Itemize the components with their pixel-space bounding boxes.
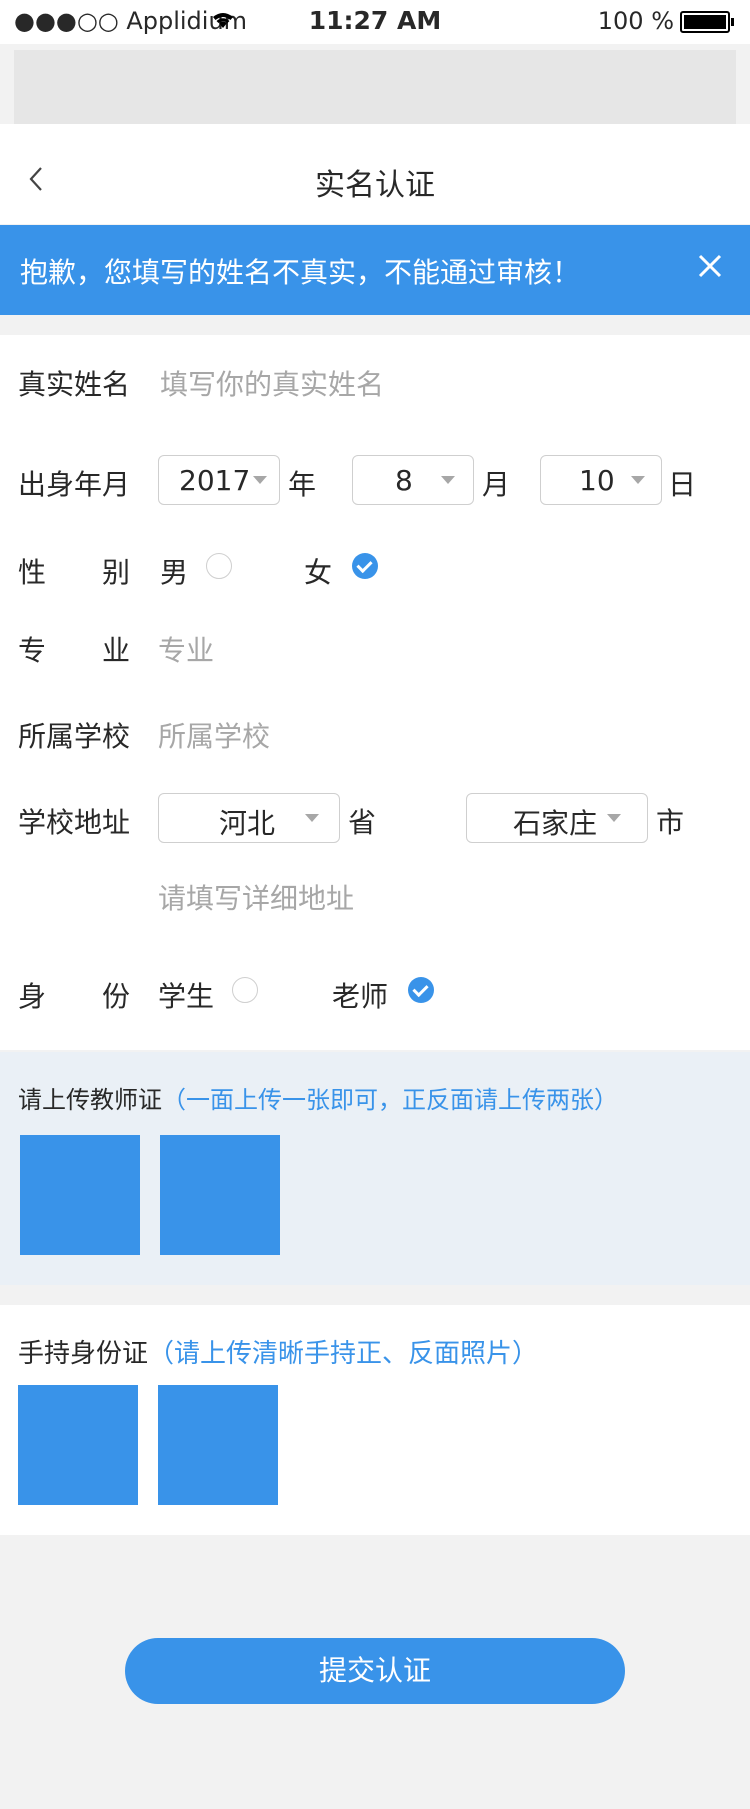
province-select[interactable]: 河北 [158,793,340,843]
province-unit: 省 [348,806,377,839]
birth-label: 出身年月 [18,468,131,501]
name-input[interactable]: 填写你的真实姓名 [160,363,384,403]
gender-male-radio[interactable] [206,553,232,579]
day-unit: 日 [668,468,697,501]
caret-down-icon [253,476,267,484]
month-select[interactable]: 8 [352,455,474,505]
caret-down-icon [607,814,621,822]
gender-female-radio[interactable] [352,553,378,579]
id-card-note: （请上传清晰手持正、反面照片） [148,1339,539,1369]
battery-status: 100 % [598,7,734,35]
banner-message: 抱歉，您填写的姓名不真实，不能通过审核！ [20,256,581,289]
teacher-cert-section: 请上传教师证（一面上传一张即可，正反面请上传两张） [0,1052,750,1285]
caret-down-icon [441,476,455,484]
school-label: 所属学校 [18,720,131,753]
id-card-title-text: 手持身份证 [18,1339,149,1369]
submit-button[interactable]: 提交认证 [125,1638,625,1704]
teacher-cert-upload-back[interactable] [160,1135,280,1255]
year-value: 2017 [179,464,251,497]
identity-student-label: 学生 [158,980,215,1013]
gender-label: 性 别 [18,556,131,589]
form-section: 真实姓名 填写你的真实姓名 出身年月 2017 年 8 月 10 日 性 别 男… [0,335,750,1050]
teacher-cert-title-text: 请上传教师证 [18,1086,162,1114]
battery-icon [680,11,730,33]
identity-student-radio[interactable] [232,977,258,1003]
address-detail-input[interactable]: 请填写详细地址 [158,877,354,917]
day-select[interactable]: 10 [540,455,662,505]
name-label: 真实姓名 [18,368,131,401]
month-value: 8 [395,464,413,497]
year-select[interactable]: 2017 [158,455,280,505]
teacher-cert-title: 请上传教师证（一面上传一张即可，正反面请上传两张） [18,1080,618,1115]
address-label: 学校地址 [18,806,131,839]
teacher-cert-upload-front[interactable] [20,1135,140,1255]
province-value: 河北 [219,807,276,840]
id-card-upload-front[interactable] [18,1385,138,1505]
identity-teacher-label: 老师 [332,980,389,1013]
year-unit: 年 [288,468,317,501]
identity-teacher-radio[interactable] [408,977,434,1003]
error-banner: 抱歉，您填写的姓名不真实，不能通过审核！ [0,225,750,315]
city-unit: 市 [656,806,685,839]
id-card-section: 手持身份证（请上传清晰手持正、反面照片） [0,1305,750,1535]
city-value: 石家庄 [513,807,598,840]
caret-down-icon [305,814,319,822]
day-value: 10 [579,464,615,497]
close-icon[interactable] [694,250,726,282]
id-card-title: 手持身份证（请上传清晰手持正、反面照片） [18,1333,538,1370]
city-select[interactable]: 石家庄 [466,793,648,843]
placeholder-bar [14,50,736,124]
identity-label: 身 份 [18,980,131,1013]
gender-female-label: 女 [304,556,333,589]
page-title: 实名认证 [315,168,435,203]
major-label: 专 业 [18,634,131,667]
id-card-upload-back[interactable] [158,1385,278,1505]
gender-male-label: 男 [160,556,189,589]
month-unit: 月 [482,468,511,501]
nav-bar: 实名认证 [0,124,750,224]
teacher-cert-note: （一面上传一张即可，正反面请上传两张） [162,1086,618,1114]
caret-down-icon [631,476,645,484]
major-input[interactable]: 专业 [158,629,214,669]
battery-label: 100 % [597,7,674,35]
school-input[interactable]: 所属学校 [158,715,270,755]
status-bar: ●●●○○ Applidium 11:27 AM 100 % [0,0,750,44]
